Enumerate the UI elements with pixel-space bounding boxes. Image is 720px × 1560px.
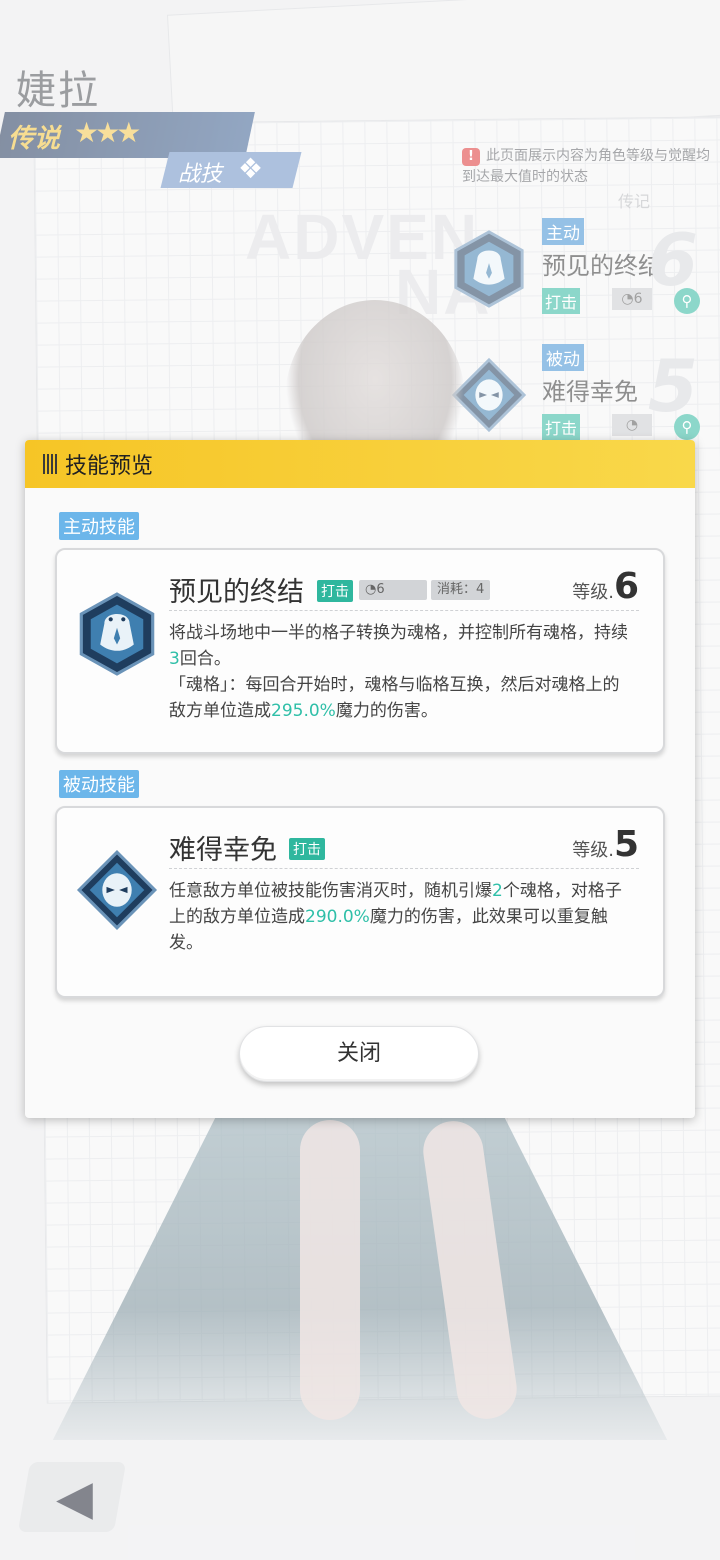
level-label: 等级. — [572, 582, 614, 603]
passive-skill-icon — [76, 849, 158, 931]
close-button[interactable]: 关闭 — [239, 1026, 479, 1082]
desc-value: 3 — [169, 649, 180, 669]
active-skill-card: 预见的终结 打击 ◔6 消耗：4 等级.6 将战斗场地中一半的格子转换为魂格，并… — [55, 548, 665, 754]
skill-level: 等级.6 — [572, 566, 639, 607]
dialog-header: 技能预览 — [25, 440, 695, 488]
desc-value: 295.0% — [271, 701, 336, 721]
cooldown-icon: ◔ — [365, 582, 377, 597]
skill-type-tag: 打击 — [289, 838, 325, 860]
skill-description: 将战斗场地中一半的格子转换为魂格，并控制所有魂格，持续3回合。 「魂格」：每回合… — [169, 620, 633, 724]
skill-level: 等级.5 — [572, 824, 639, 865]
dialog-title: 技能预览 — [65, 454, 154, 479]
level-label: 等级. — [572, 840, 614, 861]
desc-text: 魔力的伤害。 — [335, 701, 438, 721]
skill-preview-dialog: 技能预览 主动技能 预见的终结 打击 ◔6 消耗：4 等级.6 将战斗场地中一半… — [25, 440, 695, 1118]
skill-description: 任意敌方单位被技能伤害消灭时，随机引爆2个魂格，对格子上的敌方单位造成290.0… — [169, 878, 633, 956]
cost-badge: 消耗：4 — [431, 580, 491, 600]
cooldown-value: 6 — [376, 582, 385, 597]
desc-text: 任意敌方单位被技能伤害消灭时，随机引爆 — [169, 881, 492, 901]
divider — [169, 610, 639, 611]
passive-skill-card: 难得幸免 打击 等级.5 任意敌方单位被技能伤害消灭时，随机引爆2个魂格，对格子… — [55, 806, 665, 998]
divider — [169, 868, 639, 869]
desc-value: 2 — [492, 881, 503, 901]
active-skill-icon — [79, 592, 155, 676]
desc-text: 回合。 — [179, 649, 231, 669]
skill-name: 预见的终结 — [169, 577, 304, 608]
skill-name: 难得幸免 — [169, 835, 277, 866]
passive-skill-section-label: 被动技能 — [59, 770, 139, 798]
skill-type-tag: 打击 — [317, 580, 353, 602]
cooldown-badge: ◔6 — [359, 580, 427, 600]
level-value: 6 — [613, 566, 639, 607]
grip-icon — [43, 454, 57, 474]
desc-text: 将战斗场地中一半的格子转换为魂格，并控制所有魂格，持续 — [169, 623, 628, 643]
active-skill-section-label: 主动技能 — [59, 512, 139, 540]
level-value: 5 — [613, 824, 639, 865]
desc-value: 290.0% — [305, 907, 370, 927]
